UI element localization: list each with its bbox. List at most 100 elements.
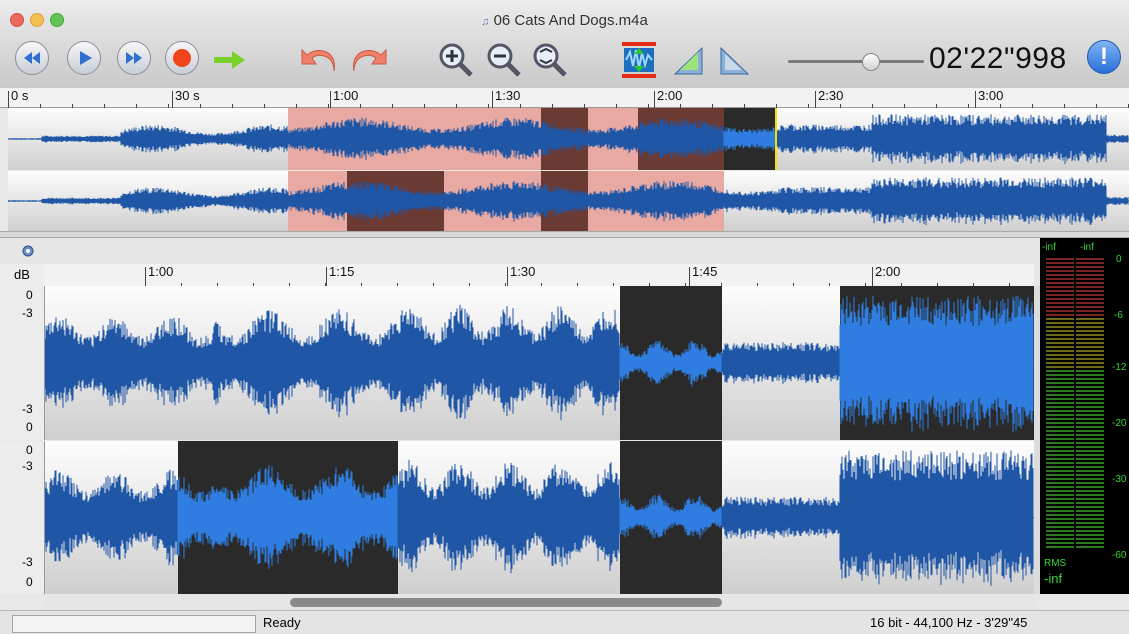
meter-segment xyxy=(1046,542,1074,544)
meter-segment xyxy=(1046,302,1074,304)
meter-segment xyxy=(1046,298,1074,300)
meter-segment xyxy=(1046,338,1074,340)
meter-segment xyxy=(1076,398,1104,400)
status-text: Ready xyxy=(263,615,301,630)
horizontal-scrollbar-thumb[interactable] xyxy=(290,598,722,607)
meter-segment xyxy=(1076,350,1104,352)
playhead xyxy=(775,108,777,170)
meter-segment xyxy=(1046,274,1074,276)
zoom-fit-button[interactable] xyxy=(530,40,570,85)
meter-segment xyxy=(1076,330,1104,332)
db-label: 0 xyxy=(26,420,33,434)
meter-segment xyxy=(1046,394,1074,396)
document-icon: ♫ xyxy=(481,16,490,28)
meter-segment xyxy=(1076,370,1104,372)
ruler-label: 1:15 xyxy=(329,264,355,279)
slider-thumb[interactable] xyxy=(861,53,880,71)
meter-scale-60: -60 xyxy=(1112,550,1127,561)
meter-segment xyxy=(1046,526,1074,528)
meter-segment xyxy=(1076,518,1104,520)
ruler-label: 1:45 xyxy=(692,264,718,279)
link-icon[interactable] xyxy=(22,244,34,263)
meter-segment xyxy=(1046,502,1074,504)
meter-segment xyxy=(1046,362,1074,364)
rewind-icon xyxy=(24,52,40,64)
meter-segment xyxy=(1076,522,1104,524)
meter-segment xyxy=(1076,546,1104,548)
meter-segment xyxy=(1046,498,1074,500)
info-button[interactable]: ! xyxy=(1087,40,1121,74)
amplify-button[interactable] xyxy=(620,40,658,85)
redo-button[interactable] xyxy=(346,44,388,83)
meter-segment xyxy=(1076,334,1104,336)
overview-channel-left[interactable] xyxy=(8,108,1129,170)
db-label: 0 xyxy=(26,443,33,457)
meter-segment xyxy=(1076,506,1104,508)
meter-segment xyxy=(1076,466,1104,468)
detail-header xyxy=(0,238,1040,264)
meter-segment xyxy=(1046,482,1074,484)
meter-segment xyxy=(1076,354,1104,356)
fade-in-button[interactable] xyxy=(672,44,704,81)
meter-segment xyxy=(1076,318,1104,320)
meter-segment xyxy=(1046,514,1074,516)
meter-segment xyxy=(1046,462,1074,464)
overview-channel-right[interactable] xyxy=(8,171,1129,231)
meter-segment xyxy=(1046,506,1074,508)
meter-segment xyxy=(1046,322,1074,324)
meter-segment xyxy=(1046,294,1074,296)
meter-scale-30: -30 xyxy=(1112,474,1127,485)
play-icon xyxy=(80,51,92,65)
meter-segment xyxy=(1076,266,1104,268)
pane-splitter[interactable] xyxy=(0,231,1129,238)
meter-segment xyxy=(1046,314,1074,316)
meter-segment xyxy=(1076,366,1104,368)
fade-out-button[interactable] xyxy=(718,44,750,81)
fast-forward-icon xyxy=(126,52,142,64)
go-to-button[interactable] xyxy=(212,48,248,77)
status-bar: Ready 16 bit - 44,100 Hz - 3'29"45 xyxy=(0,610,1129,634)
meter-segment xyxy=(1046,402,1074,404)
meter-segment xyxy=(1046,366,1074,368)
overview-ruler: 0 s 30 s 1:00 1:30 2:00 2:30 3:00 xyxy=(0,88,1129,108)
meter-segment xyxy=(1046,466,1074,468)
detail-channel-right[interactable] xyxy=(45,441,1034,594)
meter-segment xyxy=(1076,538,1104,540)
meter-segment xyxy=(1046,258,1074,260)
ruler-tick xyxy=(654,91,655,108)
ruler-tick xyxy=(872,267,873,287)
meter-segment xyxy=(1046,530,1074,532)
meter-segment xyxy=(1046,390,1074,392)
meter-segment xyxy=(1076,386,1104,388)
meter-segment xyxy=(1076,346,1104,348)
detail-ruler: 1:00 1:15 1:30 1:45 2:00 xyxy=(44,264,1034,287)
meter-segment xyxy=(1076,426,1104,428)
fast-forward-button[interactable] xyxy=(117,41,151,75)
ruler-tick xyxy=(492,91,493,108)
meter-segment xyxy=(1046,262,1074,264)
zoom-out-button[interactable] xyxy=(484,40,524,85)
zoom-in-icon xyxy=(439,43,473,77)
meter-segment xyxy=(1076,526,1104,528)
meter-segment xyxy=(1046,326,1074,328)
meter-bars xyxy=(1046,258,1104,548)
rewind-button[interactable] xyxy=(15,41,49,75)
zoom-out-icon xyxy=(487,43,521,77)
zoom-in-button[interactable] xyxy=(436,40,476,85)
detail-channel-left[interactable] xyxy=(45,286,1034,440)
audio-format: 16 bit - 44,100 Hz - 3'29"45 xyxy=(870,615,1028,630)
ruler-label: 2:00 xyxy=(875,264,901,279)
meter-segment xyxy=(1076,310,1104,312)
record-button[interactable] xyxy=(165,41,199,75)
meter-segment xyxy=(1046,438,1074,440)
ruler-tick xyxy=(507,267,508,287)
play-button[interactable] xyxy=(67,41,101,75)
redo-icon xyxy=(353,48,387,72)
window-title-text: 06 Cats And Dogs.m4a xyxy=(493,12,648,29)
meter-segment xyxy=(1076,446,1104,448)
undo-button[interactable] xyxy=(300,44,342,83)
ruler-label: 2:30 xyxy=(818,88,844,103)
meter-segment xyxy=(1076,442,1104,444)
playback-slider[interactable] xyxy=(788,53,924,71)
meter-segment xyxy=(1076,486,1104,488)
